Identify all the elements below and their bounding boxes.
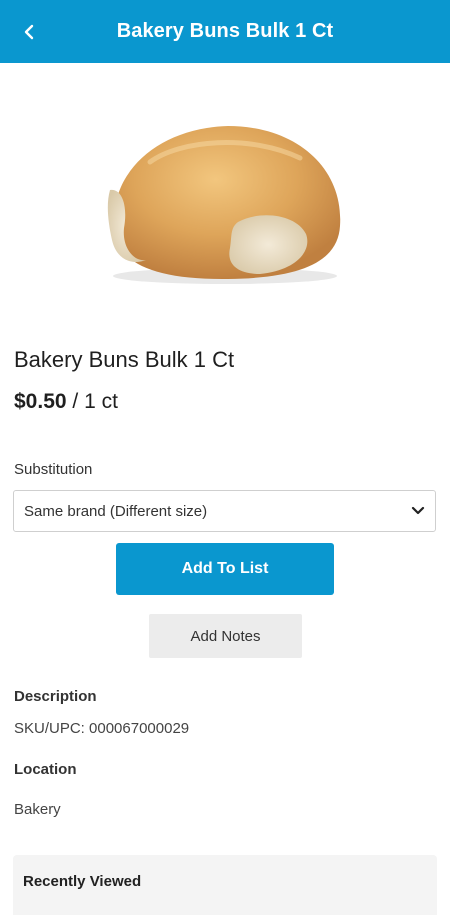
substitution-label: Substitution: [14, 461, 93, 478]
recently-viewed-heading: Recently Viewed: [23, 873, 142, 890]
description-text: SKU/UPC: 000067000029: [14, 720, 190, 737]
product-image: [100, 110, 350, 290]
add-notes-button[interactable]: Add Notes: [149, 614, 302, 658]
product-price: $0.50: [14, 390, 67, 413]
recently-viewed-panel: Recently Viewed: [13, 855, 437, 915]
location-text: Bakery: [14, 801, 61, 818]
bakery-bun-image: [107, 126, 341, 284]
product-name: Bakery Buns Bulk 1 Ct: [14, 347, 235, 372]
price-row: $0.50 / 1 ct: [14, 390, 118, 414]
add-to-list-button[interactable]: Add To List: [116, 543, 334, 595]
description-heading: Description: [14, 688, 97, 705]
page-title: Bakery Buns Bulk 1 Ct: [116, 20, 334, 42]
substitution-select[interactable]: Same brand (Different size): [13, 490, 436, 532]
substitution-value: Same brand (Different size): [24, 502, 208, 520]
app-bar: Bakery Buns Bulk 1 Ct: [0, 0, 450, 63]
product-unit: / 1 ct: [72, 390, 118, 413]
chevron-down-icon: [411, 506, 425, 515]
location-heading: Location: [14, 761, 77, 778]
